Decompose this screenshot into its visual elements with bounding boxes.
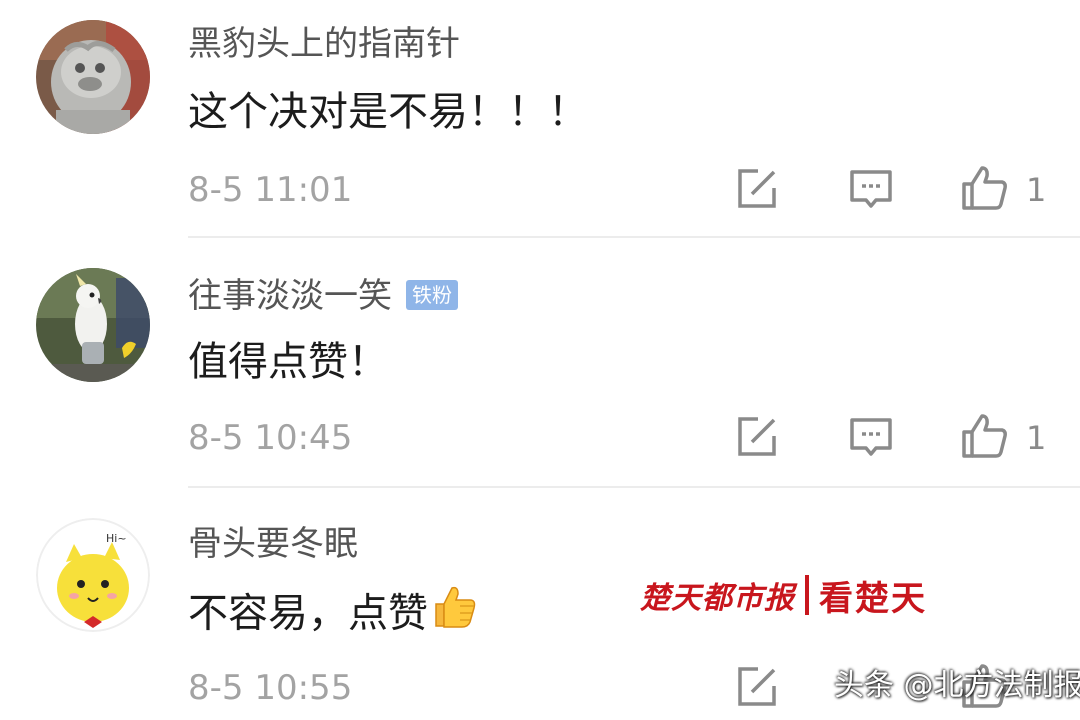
- comment-text: 不容易，点赞: [188, 586, 478, 645]
- fan-badge: 铁粉: [406, 279, 458, 310]
- thumbs-up-icon: [962, 166, 1007, 210]
- reply-button[interactable]: [848, 414, 894, 460]
- username[interactable]: 往事淡淡一笑 铁粉: [188, 276, 458, 316]
- like-button[interactable]: [960, 164, 1007, 210]
- divider: [188, 236, 1080, 238]
- newspaper-watermark: 楚天都市报 看楚天: [640, 570, 927, 620]
- reply-button[interactable]: [848, 166, 894, 212]
- stone-lion-avatar-icon: [36, 20, 150, 134]
- timestamp: 8-5 11:01: [188, 170, 353, 210]
- avatar-caption: Hi~: [106, 532, 127, 545]
- comment-item: 黑豹头上的指南针 这个决对是不易！！！ 8-5 11:01 1: [0, 0, 1080, 240]
- like-count: 1: [1026, 171, 1047, 209]
- comment-text: 值得点赞！: [188, 339, 388, 385]
- username[interactable]: 黑豹头上的指南针: [188, 24, 460, 64]
- avatar[interactable]: Hi~: [36, 518, 150, 632]
- cockatoo-avatar-icon: [36, 268, 150, 382]
- avatar[interactable]: [36, 20, 150, 134]
- repost-button[interactable]: [734, 166, 780, 212]
- comment-icon: [850, 418, 892, 456]
- username[interactable]: 骨头要冬眠: [188, 524, 358, 564]
- comment-icon: [850, 170, 892, 208]
- source-watermark: 头条 @北方法制报: [834, 668, 1080, 703]
- timestamp: 8-5 10:45: [188, 418, 353, 458]
- thumbs-up-icon: [962, 414, 1007, 458]
- repost-icon: [738, 417, 776, 456]
- watermark-right-text: 看楚天: [819, 578, 927, 619]
- yellow-chick-avatar-icon: Hi~: [36, 518, 150, 632]
- comment-text-content: 不容易，点赞: [188, 590, 428, 637]
- comment-text: 这个决对是不易！！！: [188, 89, 588, 135]
- watermark-separator: [805, 575, 809, 615]
- like-count: 1: [1026, 419, 1047, 457]
- repost-icon: [738, 667, 776, 706]
- repost-button[interactable]: [734, 414, 780, 460]
- username-text: 往事淡淡一笑: [188, 276, 392, 316]
- avatar[interactable]: [36, 268, 150, 382]
- thumbs-up-emoji-icon: [430, 582, 478, 641]
- like-button[interactable]: [960, 412, 1007, 458]
- repost-icon: [738, 169, 776, 208]
- watermark-left-text: 楚天都市报: [640, 581, 795, 616]
- repost-button[interactable]: [734, 664, 780, 710]
- comment-item: 往事淡淡一笑 铁粉 值得点赞！ 8-5 10:45 1: [0, 240, 1080, 488]
- timestamp: 8-5 10:55: [188, 668, 353, 708]
